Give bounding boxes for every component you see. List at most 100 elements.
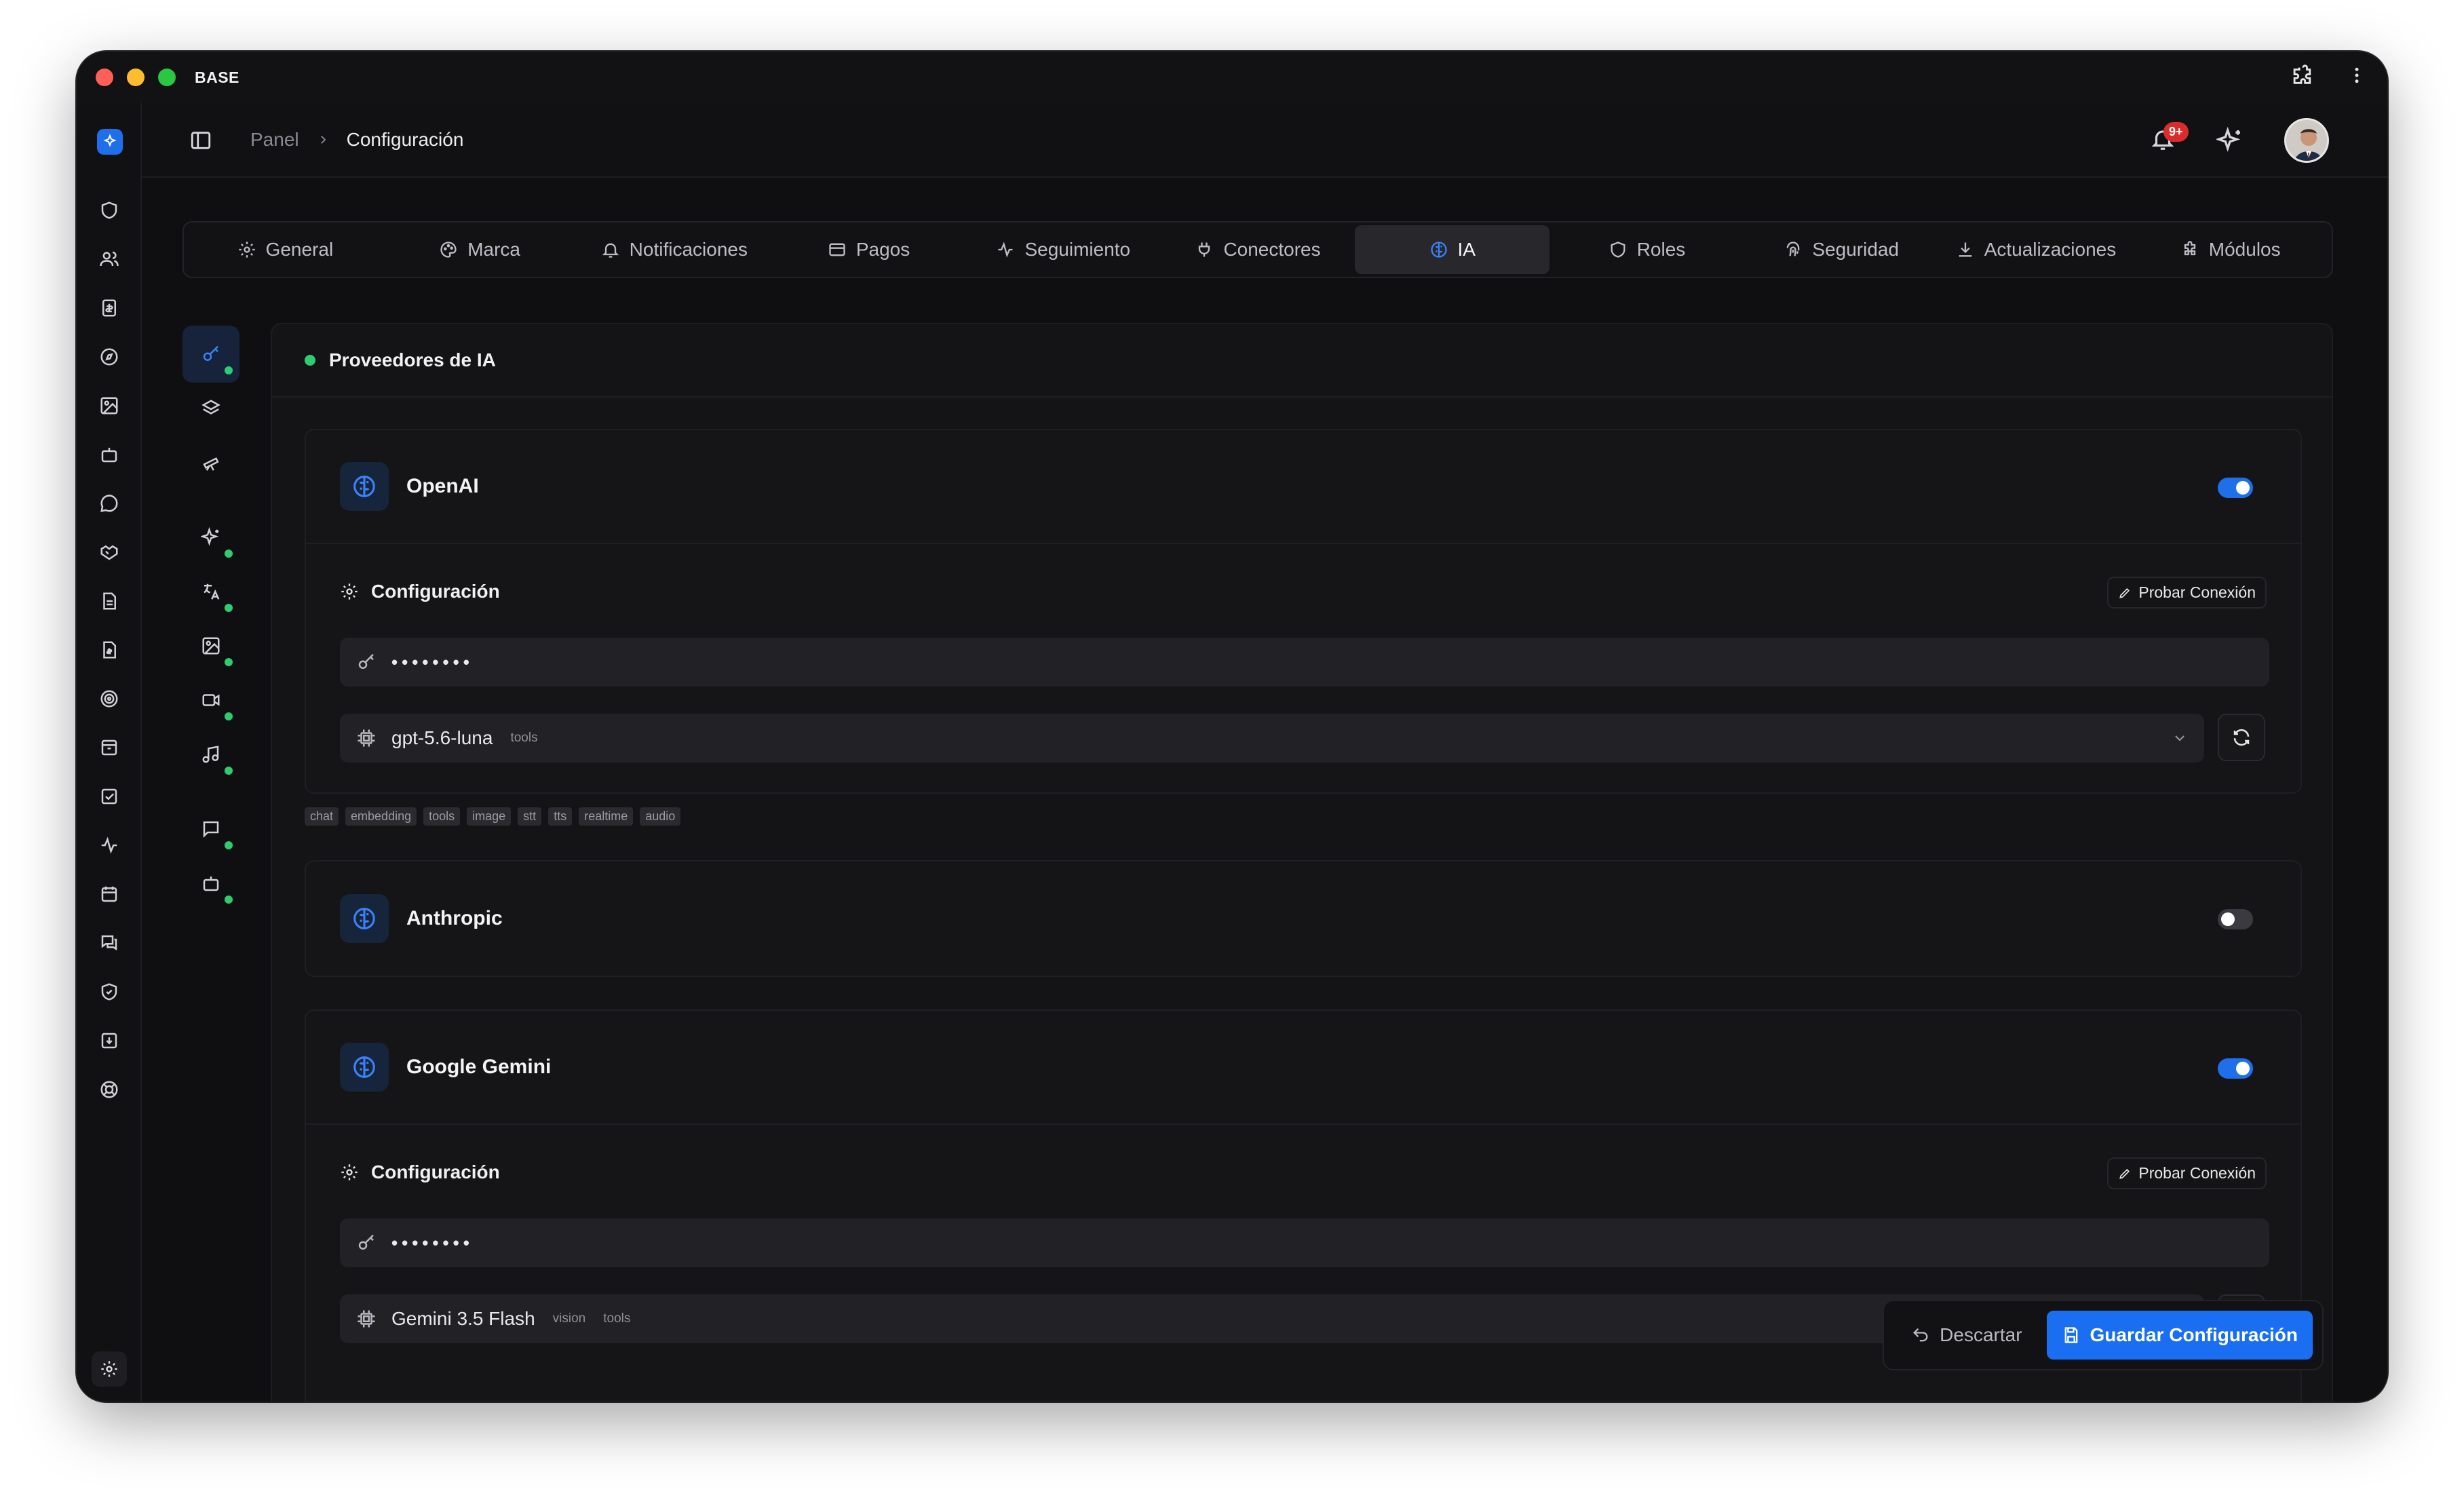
close-window-button[interactable] [96, 69, 113, 86]
rail-users[interactable] [93, 243, 126, 275]
subnav-audio[interactable] [182, 726, 239, 783]
tab-label: Conectores [1223, 239, 1321, 260]
gear-icon [341, 1164, 358, 1180]
sparkles-icon[interactable] [2216, 127, 2244, 154]
provider-icon [340, 1043, 389, 1092]
rail-settings[interactable] [92, 1351, 127, 1387]
extension-icon[interactable] [2290, 64, 2313, 87]
tab-label: Notificaciones [629, 239, 748, 260]
logo-icon [103, 134, 117, 147]
rail-invoices[interactable] [93, 634, 126, 666]
shield-icon [1611, 242, 1625, 258]
provider-header: Anthropic [306, 862, 2301, 976]
tab-conectores[interactable]: Conectores [1161, 225, 1355, 274]
tab-marca[interactable]: Marca [383, 225, 577, 274]
discard-label: Descartar [1940, 1324, 2022, 1345]
refresh-models-button[interactable] [2218, 714, 2265, 761]
provider-header: Google Gemini [306, 1011, 2301, 1125]
rail-messages[interactable] [93, 927, 126, 959]
tab-actualizaciones[interactable]: Actualizaciones [1939, 225, 2134, 274]
rail-billing[interactable] [93, 292, 126, 324]
app-window: BASE Panel Configuración 9+ General Marc… [77, 52, 2387, 1402]
capability-tag: audio [640, 807, 681, 826]
test-connection-button[interactable]: Probar Conexión [2107, 577, 2267, 609]
test-connection-button[interactable]: Probar Conexión [2107, 1157, 2267, 1189]
rail-documents[interactable] [93, 585, 126, 617]
key-icon [358, 653, 374, 669]
rail-security[interactable] [93, 976, 126, 1008]
api-key-value: •••••••• [391, 651, 474, 672]
brain-icon [353, 476, 375, 497]
provider-name: OpenAI [406, 475, 479, 497]
app-logo[interactable] [97, 129, 123, 155]
rail-partners[interactable] [93, 536, 126, 569]
api-key-field[interactable]: •••••••• [340, 1218, 2269, 1267]
provider-toggle[interactable] [2218, 478, 2253, 498]
subnav-discovery[interactable] [182, 434, 239, 491]
model-value: gpt-5.6-luna [391, 727, 493, 748]
brain-icon [1430, 242, 1447, 258]
rail-goals[interactable] [93, 682, 126, 715]
more-vertical-icon[interactable] [2347, 65, 2367, 85]
rail-store[interactable] [93, 731, 126, 764]
provider-name: Anthropic [406, 907, 503, 929]
tab-modulos[interactable]: Módulos [2133, 225, 2328, 274]
save-button[interactable]: Guardar Configuración [2046, 1311, 2313, 1360]
sidebar-toggle-icon[interactable] [189, 129, 212, 152]
panel-header: Proveedores de IA [272, 324, 2332, 398]
tab-roles[interactable]: Roles [1549, 225, 1744, 274]
tab-seguridad[interactable]: Seguridad [1744, 225, 1939, 274]
receipt-icon [102, 299, 116, 317]
download-box-icon [101, 1033, 117, 1049]
image-icon [202, 637, 220, 655]
user-avatar[interactable] [2284, 118, 2329, 163]
rail-bots[interactable] [93, 438, 126, 471]
gear-icon [341, 583, 358, 600]
capability-tag: image [467, 807, 512, 826]
rail-activity[interactable] [93, 829, 126, 862]
shield-icon [101, 201, 117, 219]
config-label: Configuración [371, 1161, 500, 1182]
notifications-button[interactable]: 9+ [2150, 121, 2189, 155]
subnav-video[interactable] [182, 672, 239, 729]
model-select[interactable]: gpt-5.6-luna tools [340, 714, 2204, 763]
capability-tags: chat embedding tools image stt tts realt… [305, 807, 681, 826]
rail-tasks[interactable] [93, 780, 126, 813]
rail-chat[interactable] [93, 487, 126, 520]
minimize-window-button[interactable] [127, 69, 145, 86]
subnav-generation[interactable] [182, 509, 239, 566]
refresh-icon [2233, 729, 2250, 746]
image-icon [100, 397, 118, 415]
subnav-models[interactable] [182, 380, 239, 437]
config-row: Configuración Probar Conexión [340, 577, 2267, 609]
file-dollar-icon [103, 641, 116, 659]
tab-notificaciones[interactable]: Notificaciones [577, 225, 771, 274]
subnav-chat[interactable] [182, 801, 239, 858]
subnav-agents[interactable] [182, 855, 239, 912]
rail-calendar[interactable] [93, 878, 126, 910]
subnav-translation[interactable] [182, 563, 239, 620]
tab-label: Roles [1636, 239, 1686, 260]
tab-seguimiento[interactable]: Seguimiento [966, 225, 1161, 274]
subnav-providers[interactable] [182, 326, 239, 383]
tab-pagos[interactable]: Pagos [771, 225, 966, 274]
rail-help[interactable] [93, 1073, 126, 1106]
rail-explore[interactable] [93, 341, 126, 373]
provider-toggle[interactable] [2218, 909, 2253, 929]
rail-images[interactable] [93, 389, 126, 422]
maximize-window-button[interactable] [158, 69, 176, 86]
provider-card-anthropic: Anthropic [305, 860, 2302, 977]
tab-ia[interactable]: IA [1355, 225, 1550, 274]
bot-icon [203, 877, 219, 891]
discard-button[interactable]: Descartar [1893, 1311, 2039, 1360]
provider-toggle[interactable] [2218, 1058, 2253, 1079]
rail-downloads[interactable] [93, 1024, 126, 1057]
tab-label: Módulos [2208, 239, 2281, 260]
subnav-images[interactable] [182, 617, 239, 674]
rail-shield[interactable] [93, 194, 126, 227]
breadcrumb-parent[interactable]: Panel [250, 129, 299, 151]
provider-icon [340, 462, 389, 511]
api-key-field[interactable]: •••••••• [340, 638, 2269, 687]
package-icon [101, 739, 117, 756]
tab-general[interactable]: General [188, 225, 383, 274]
